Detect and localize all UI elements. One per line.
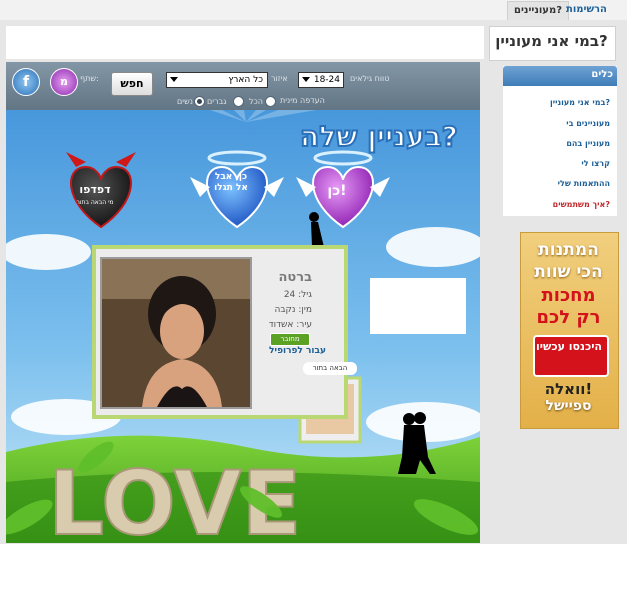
go-to-profile-link[interactable]: עבור לפרופיל xyxy=(252,346,326,356)
sexual-pref-label: העדפה מינית xyxy=(280,96,325,105)
facebook-icon[interactable]: f xyxy=(12,68,40,96)
sidebar-item-interested-in-them[interactable]: מעוניין בהם xyxy=(503,139,610,148)
chevron-down-icon xyxy=(170,77,178,82)
ad-brand-line-1: וואלה! xyxy=(544,380,593,398)
pref-radio-women[interactable] xyxy=(194,96,205,107)
vote-maybe-label[interactable]: כן, אבל אל תגלו xyxy=(208,172,254,194)
ad-line-4: רק לכם xyxy=(536,307,601,328)
vote-yes-label[interactable]: כן! xyxy=(322,183,352,199)
profile-photo[interactable] xyxy=(100,257,252,409)
sidebar-item-how-to-use[interactable]: איך משתמשים? xyxy=(503,200,610,209)
next-in-line-label: הבאה בתור xyxy=(303,362,357,375)
ad-line-3: מחכות xyxy=(541,285,596,306)
online-badge: מחובר xyxy=(270,333,310,346)
chevron-down-icon xyxy=(302,77,310,82)
header-strip xyxy=(6,26,484,59)
profile-age: גיל: 24 xyxy=(283,290,312,300)
tab-my-lists[interactable]: הרשימות שלי xyxy=(560,1,627,33)
empty-panel xyxy=(370,278,466,334)
area-select[interactable]: כל הארץ xyxy=(166,72,268,88)
search-button[interactable]: חפש xyxy=(111,72,153,96)
age-range-label: טווח גילאים xyxy=(350,74,390,83)
ad-brand-line-2: ספיישל xyxy=(545,398,592,414)
profile-photo-image xyxy=(102,259,250,407)
pref-label-women: נשים xyxy=(177,97,193,106)
ad-enter-button-label: היכנסו עכשיו xyxy=(535,340,602,353)
area-value: כל הארץ xyxy=(228,75,263,85)
age-range-select[interactable]: 18-24 xyxy=(298,72,344,88)
profile-city: עיר: אשדוד xyxy=(268,320,312,330)
ad-line-2: הכי שוות xyxy=(534,262,603,282)
sidebar-header-label: כלים xyxy=(591,69,613,80)
share-site-icon[interactable]: מ xyxy=(50,68,78,96)
profile-gender: מין: נקבה xyxy=(274,305,312,315)
ad-line-1: המתנות xyxy=(538,240,599,260)
age-range-value: 18-24 xyxy=(313,75,340,85)
area-label: איזור xyxy=(271,74,288,83)
vote-next-label[interactable]: דפדפו xyxy=(70,183,120,196)
pref-label-men: גברים xyxy=(207,97,227,106)
sidebar-item-who-interests-me[interactable]: במי אני מעוניין? xyxy=(503,98,610,107)
pref-label-all: הכל xyxy=(249,97,264,106)
pref-radio-all[interactable] xyxy=(265,96,276,107)
pref-radio-men[interactable] xyxy=(233,96,244,107)
sidebar-item-my-matches[interactable]: ההתאמות שלי xyxy=(503,179,610,188)
sidebar-item-interested-in-me[interactable]: מעוניינים בי xyxy=(503,119,610,128)
game-title: בעניין שלה? xyxy=(299,119,459,154)
profile-name: ברטה xyxy=(278,270,312,285)
sidebar-item-winked-at-me[interactable]: קרצו לי xyxy=(503,159,610,168)
share-label: שתף: xyxy=(80,74,99,83)
vote-next-sublabel: מי הבאה בתור xyxy=(76,199,114,206)
page-title: במי אני מעוניין? xyxy=(495,32,608,50)
